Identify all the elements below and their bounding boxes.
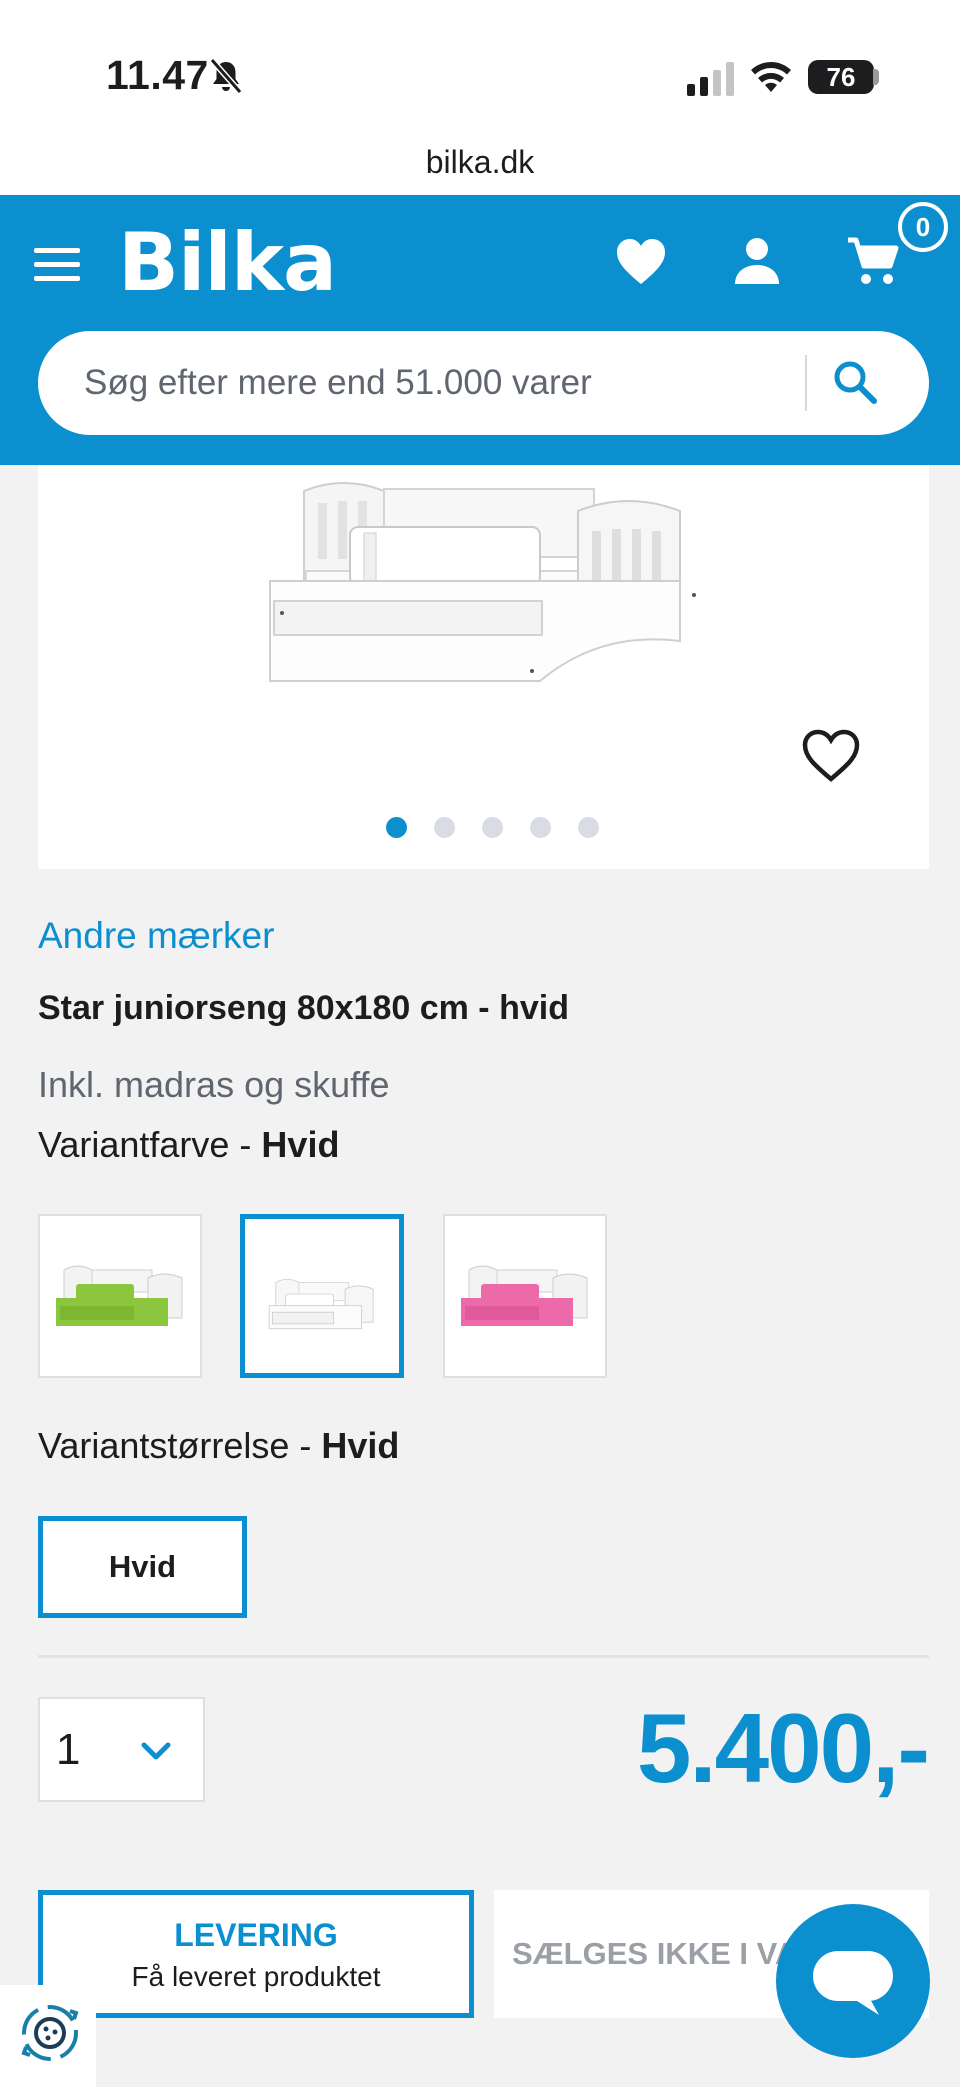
swatch-green[interactable] (38, 1214, 202, 1378)
quantity-select[interactable]: 1 (38, 1697, 205, 1802)
swatch-pink[interactable] (443, 1214, 607, 1378)
search-divider (805, 355, 807, 411)
variant-color-label: Variantfarve - (38, 1124, 262, 1165)
cookie-settings-button[interactable] (0, 1985, 96, 2087)
gallery-pagination (38, 817, 929, 841)
pink-bed-thumbnail (461, 1265, 588, 1326)
cookie-settings-icon (21, 2005, 79, 2061)
search-icon[interactable] (830, 357, 882, 409)
product-title: Star juniorseng 80x180 cm - hvid (38, 989, 569, 1027)
variant-color-value: Hvid (261, 1124, 340, 1165)
swatch-white[interactable] (240, 1214, 404, 1378)
section-divider (38, 1655, 929, 1658)
brand-link[interactable]: Andre mærker (38, 915, 274, 957)
variant-color-heading: Variantfarve - Hvid (38, 1124, 339, 1166)
shopping-cart-icon[interactable] (846, 234, 900, 288)
cart-count-badge[interactable]: 0 (898, 202, 948, 252)
chat-bubble-icon (813, 1951, 893, 2015)
gallery-dot[interactable] (434, 817, 455, 838)
favorite-heart-icon[interactable] (800, 727, 862, 785)
product-subtitle: Inkl. madras og skuffe (38, 1064, 390, 1105)
signal-icon (687, 62, 734, 96)
hamburger-menu-icon[interactable] (34, 248, 80, 282)
battery-tip (873, 69, 879, 85)
chevron-down-icon (141, 1742, 171, 1760)
delivery-button[interactable]: LEVERING Få leveret produktet (38, 1890, 474, 2018)
user-account-icon[interactable] (733, 236, 781, 286)
variant-size-heading: Variantstørrelse - Hvid (38, 1425, 399, 1467)
wishlist-heart-icon[interactable] (614, 236, 668, 288)
green-bed-thumbnail (56, 1265, 183, 1326)
product-price: 5.400,- (636, 1693, 930, 1803)
gallery-dot[interactable] (482, 817, 503, 838)
wifi-icon (751, 62, 791, 92)
status-time: 11.47 (106, 52, 209, 98)
white-bed-thumbnail (268, 1278, 374, 1330)
product-image (269, 482, 696, 682)
status-bar: 11.47 76 bilka.dk (0, 0, 960, 195)
product-image-gallery[interactable] (38, 465, 929, 869)
size-option-button[interactable]: Hvid (38, 1516, 247, 1618)
chat-button[interactable] (776, 1904, 930, 2058)
search-bar (38, 331, 929, 435)
gallery-dot[interactable] (386, 817, 407, 838)
quantity-value: 1 (56, 1725, 81, 1774)
bilka-logo[interactable]: Bilka (118, 216, 337, 309)
variant-size-label: Variantstørrelse - (38, 1425, 322, 1466)
gallery-dot[interactable] (578, 817, 599, 838)
browser-url[interactable]: bilka.dk (0, 144, 960, 181)
search-input[interactable] (84, 331, 824, 435)
gallery-dot[interactable] (530, 817, 551, 838)
bell-muted-icon (209, 58, 243, 94)
variant-size-value: Hvid (321, 1425, 400, 1466)
battery-indicator: 76 (808, 60, 874, 94)
delivery-subtitle: Få leveret produktet (131, 1961, 381, 1992)
delivery-title: LEVERING (174, 1917, 338, 1953)
